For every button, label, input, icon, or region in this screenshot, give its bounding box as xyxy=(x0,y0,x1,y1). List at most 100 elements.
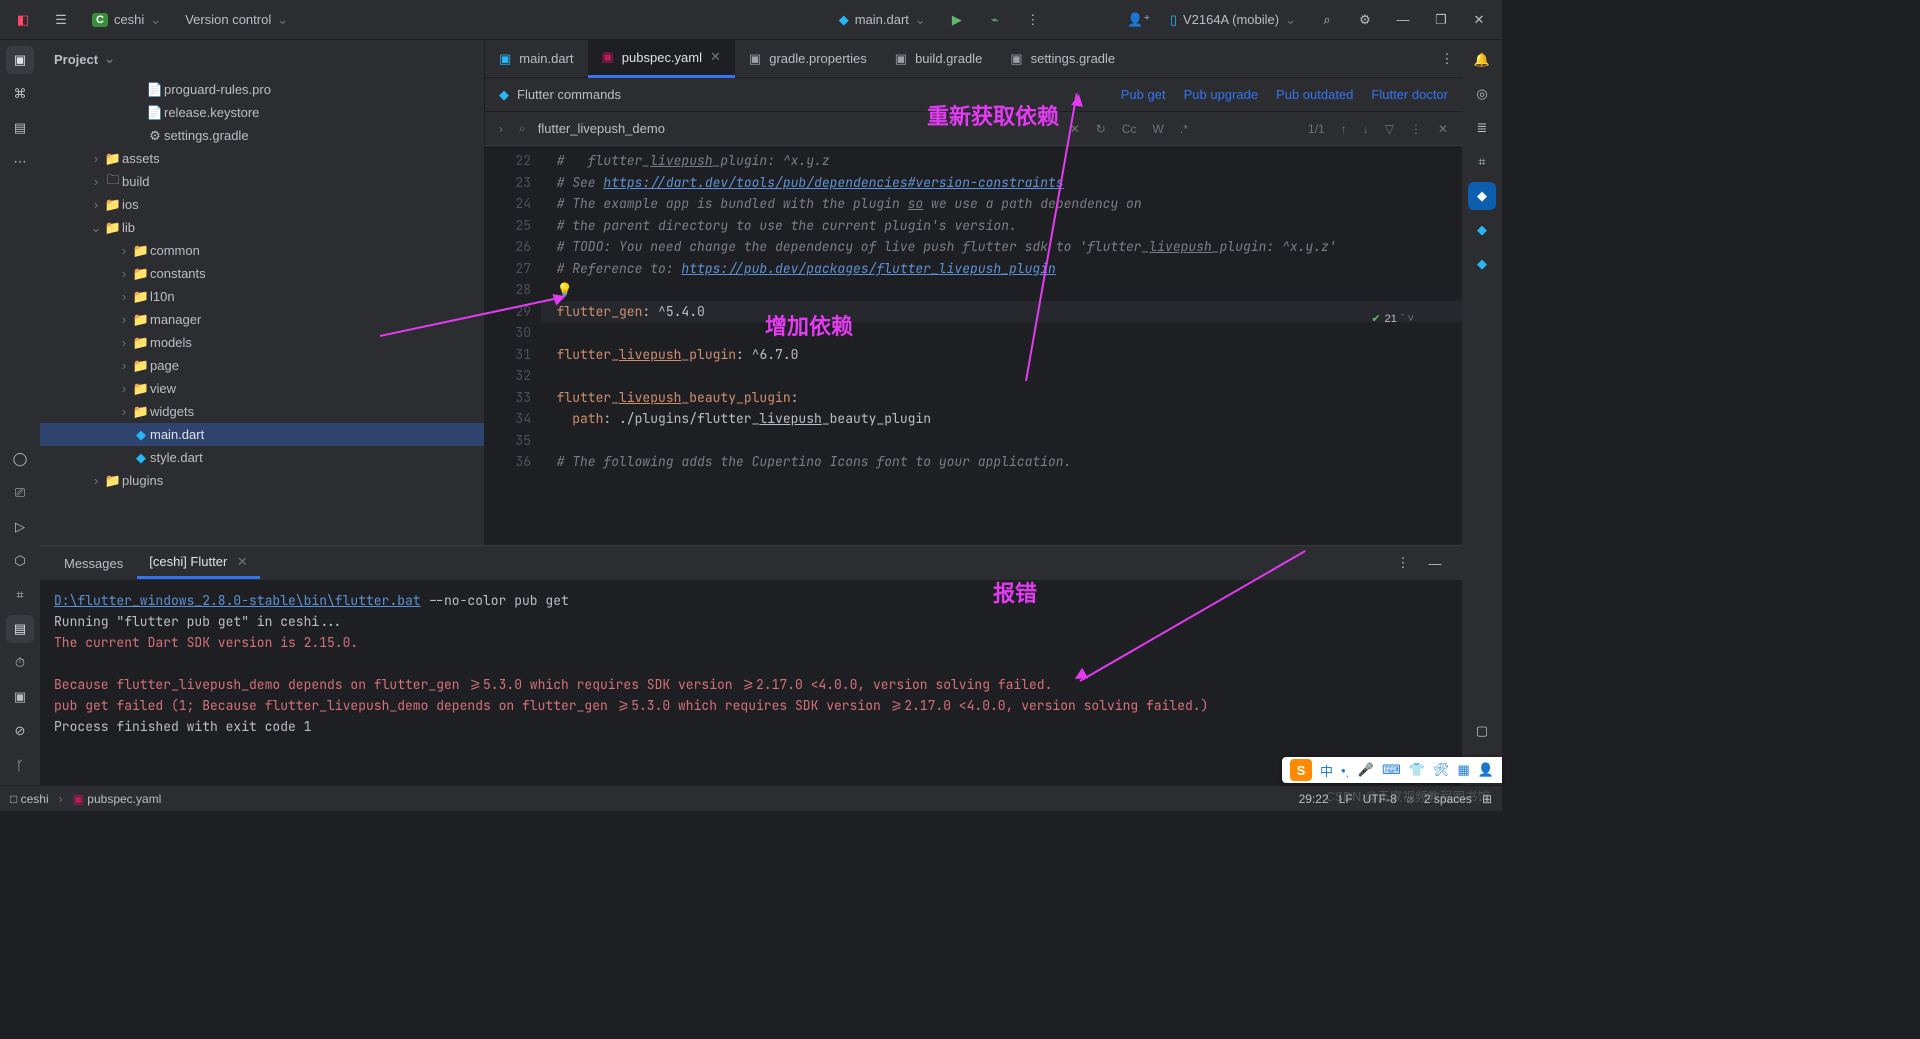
debug-icon[interactable]: ⌁ xyxy=(980,5,1010,35)
line-sep[interactable]: LF xyxy=(1339,792,1353,806)
bookmarks-tool-icon[interactable]: ▤ xyxy=(6,114,34,142)
device-explorer-icon[interactable]: ▢ xyxy=(1468,717,1496,745)
editor-tab[interactable]: ▣settings.gradle xyxy=(996,40,1129,78)
main-menu-icon[interactable]: ☰ xyxy=(46,5,76,35)
word-toggle[interactable]: W xyxy=(1149,120,1168,138)
caret-pos[interactable]: 29:22 xyxy=(1299,792,1329,806)
messages-tab[interactable]: Messages xyxy=(52,550,135,577)
settings-icon[interactable]: ⚙ xyxy=(1350,5,1380,35)
find-input[interactable] xyxy=(538,121,1058,136)
project-name-dropdown[interactable]: C ceshi ⌄ xyxy=(84,8,169,32)
indent[interactable]: 2 spaces xyxy=(1424,792,1472,806)
flutter-outline-icon[interactable]: ◆ xyxy=(1468,216,1496,244)
more-icon[interactable]: ⋮ xyxy=(1018,5,1048,35)
run-icon[interactable]: ▶ xyxy=(942,5,972,35)
add-user-icon[interactable]: 👤⁺ xyxy=(1124,5,1154,35)
flutter-perf-icon[interactable]: ◆ xyxy=(1468,250,1496,278)
ime-voice-icon[interactable]: 🎤 xyxy=(1358,762,1374,778)
flutter-link[interactable]: Pub upgrade xyxy=(1184,87,1258,102)
tree-item[interactable]: ›📁constants xyxy=(40,262,484,285)
run-config-dropdown[interactable]: ◆ main.dart ⌄ xyxy=(831,8,934,32)
tree-item[interactable]: ◆style.dart xyxy=(40,446,484,469)
tree-item[interactable]: ›📁common xyxy=(40,239,484,262)
ime-bar[interactable]: S 中 •ˎ 🎤 ⌨ 👕 🛠 ▦ 👤 xyxy=(1282,757,1502,783)
hide-panel-icon[interactable]: — xyxy=(1420,548,1450,578)
restore-icon[interactable]: ❐ xyxy=(1426,5,1456,35)
breadcrumb-root[interactable]: □ ceshi xyxy=(10,792,49,806)
chevron-right-icon[interactable]: › xyxy=(495,120,507,138)
history-icon[interactable]: ↻ xyxy=(1092,120,1110,138)
flutter-messages-tab[interactable]: [ceshi] Flutter ✕ xyxy=(137,548,260,579)
debug-tool-icon[interactable]: ⬡ xyxy=(6,547,34,575)
device-tool-icon[interactable]: ⎚ xyxy=(6,479,34,507)
flutter-link[interactable]: Flutter doctor xyxy=(1371,87,1448,102)
close-icon[interactable]: ✕ xyxy=(710,49,721,65)
editor-tab[interactable]: ▣main.dart xyxy=(485,40,588,78)
ime-lang[interactable]: 中 xyxy=(1320,761,1333,780)
device-dropdown[interactable]: ▯ V2164A (mobile) ⌄ xyxy=(1162,8,1304,32)
ime-keyboard-icon[interactable]: ⌨ xyxy=(1382,762,1401,778)
prev-match-icon[interactable]: ↑ xyxy=(1337,120,1351,138)
next-match-icon[interactable]: ↓ xyxy=(1359,120,1373,138)
flutter-inspector-icon[interactable]: ◆ xyxy=(1468,182,1496,210)
controller-icon[interactable]: ◯ xyxy=(6,445,34,473)
inspection-widget[interactable]: ✔ 21 ˆ ˅ xyxy=(1371,312,1414,325)
encoding[interactable]: UTF-8 xyxy=(1363,792,1397,806)
tree-item[interactable]: ›📁assets xyxy=(40,147,484,170)
messages-tool-icon[interactable]: ▤ xyxy=(6,615,34,643)
panel-options-icon[interactable]: ⋮ xyxy=(1388,548,1418,578)
find-more-icon[interactable]: ⋮ xyxy=(1406,120,1426,138)
tree-item[interactable]: 📄proguard-rules.pro xyxy=(40,78,484,101)
vcs-tool-icon[interactable]: ᚴ xyxy=(6,751,34,779)
breadcrumb-file[interactable]: ▣ pubspec.yaml xyxy=(73,792,162,806)
database-icon[interactable]: ≣ xyxy=(1468,114,1496,142)
close-icon[interactable]: ✕ xyxy=(1464,5,1494,35)
tree-item[interactable]: ›🗀build xyxy=(40,170,484,193)
tree-item[interactable]: ›📁manager xyxy=(40,308,484,331)
tree-item[interactable]: ›📁plugins xyxy=(40,469,484,492)
close-find-icon[interactable]: ✕ xyxy=(1434,120,1452,138)
ime-box-icon[interactable]: ▦ xyxy=(1458,762,1470,778)
search-icon[interactable]: ⌕ xyxy=(1312,5,1342,35)
tree-item[interactable]: ›📁models xyxy=(40,331,484,354)
project-panel-header[interactable]: Project ⌄ xyxy=(40,40,484,78)
version-control-dropdown[interactable]: Version control ⌄ xyxy=(177,8,296,32)
memory-icon[interactable]: ⊞ xyxy=(1482,792,1492,806)
ime-skin-icon[interactable]: 👕 xyxy=(1409,762,1425,778)
gradle-icon[interactable]: ⌗ xyxy=(1468,148,1496,176)
tab-options-icon[interactable]: ⋮ xyxy=(1432,44,1462,74)
tree-item[interactable]: ›📁l10n xyxy=(40,285,484,308)
readonly-icon[interactable]: ⌀ xyxy=(1407,792,1414,806)
tree-item[interactable]: ›📁ios xyxy=(40,193,484,216)
ime-punct-icon[interactable]: •ˎ xyxy=(1341,763,1350,778)
ai-icon[interactable]: ◎ xyxy=(1468,80,1496,108)
more-tool-icon[interactable]: ⋯ xyxy=(6,148,34,176)
close-icon[interactable]: ✕ xyxy=(237,554,248,569)
tree-item[interactable]: ◆main.dart xyxy=(40,423,484,446)
structure-tool-icon[interactable]: ⌘ xyxy=(6,80,34,108)
notifications-icon[interactable]: 🔔 xyxy=(1468,46,1496,74)
profiler-tool-icon[interactable]: ⌗ xyxy=(6,581,34,609)
build-tool-icon[interactable]: ▣ xyxy=(6,683,34,711)
filter-icon[interactable]: ▽ xyxy=(1381,120,1398,138)
flutter-link[interactable]: Pub get xyxy=(1121,87,1166,102)
clear-icon[interactable]: ✕ xyxy=(1066,120,1084,138)
minimize-icon[interactable]: — xyxy=(1388,5,1418,35)
project-tool-icon[interactable]: ▣ xyxy=(6,46,34,74)
editor-tab[interactable]: ▣pubspec.yaml✕ xyxy=(588,40,735,78)
tree-item[interactable]: ›📁view xyxy=(40,377,484,400)
tree-item[interactable]: 📄release.keystore xyxy=(40,101,484,124)
tree-item[interactable]: ›📁page xyxy=(40,354,484,377)
problems-tool-icon[interactable]: ⊘ xyxy=(6,717,34,745)
run-tool-icon[interactable]: ▷ xyxy=(6,513,34,541)
tree-item[interactable]: ⌄📁lib xyxy=(40,216,484,239)
terminal-tool-icon[interactable]: ⏱ xyxy=(6,649,34,677)
tree-item[interactable]: ⚙settings.gradle xyxy=(40,124,484,147)
messages-body[interactable]: D:\flutter_windows_2.8.0-stable\bin\flut… xyxy=(40,580,1462,785)
flutter-link[interactable]: Pub outdated xyxy=(1276,87,1353,102)
editor-tab[interactable]: ▣build.gradle xyxy=(881,40,997,78)
ime-user-icon[interactable]: 👤 xyxy=(1478,762,1494,778)
case-toggle[interactable]: Cc xyxy=(1118,120,1141,138)
editor-tab[interactable]: ▣gradle.properties xyxy=(735,40,881,78)
ime-tool-icon[interactable]: 🛠 xyxy=(1433,762,1450,778)
